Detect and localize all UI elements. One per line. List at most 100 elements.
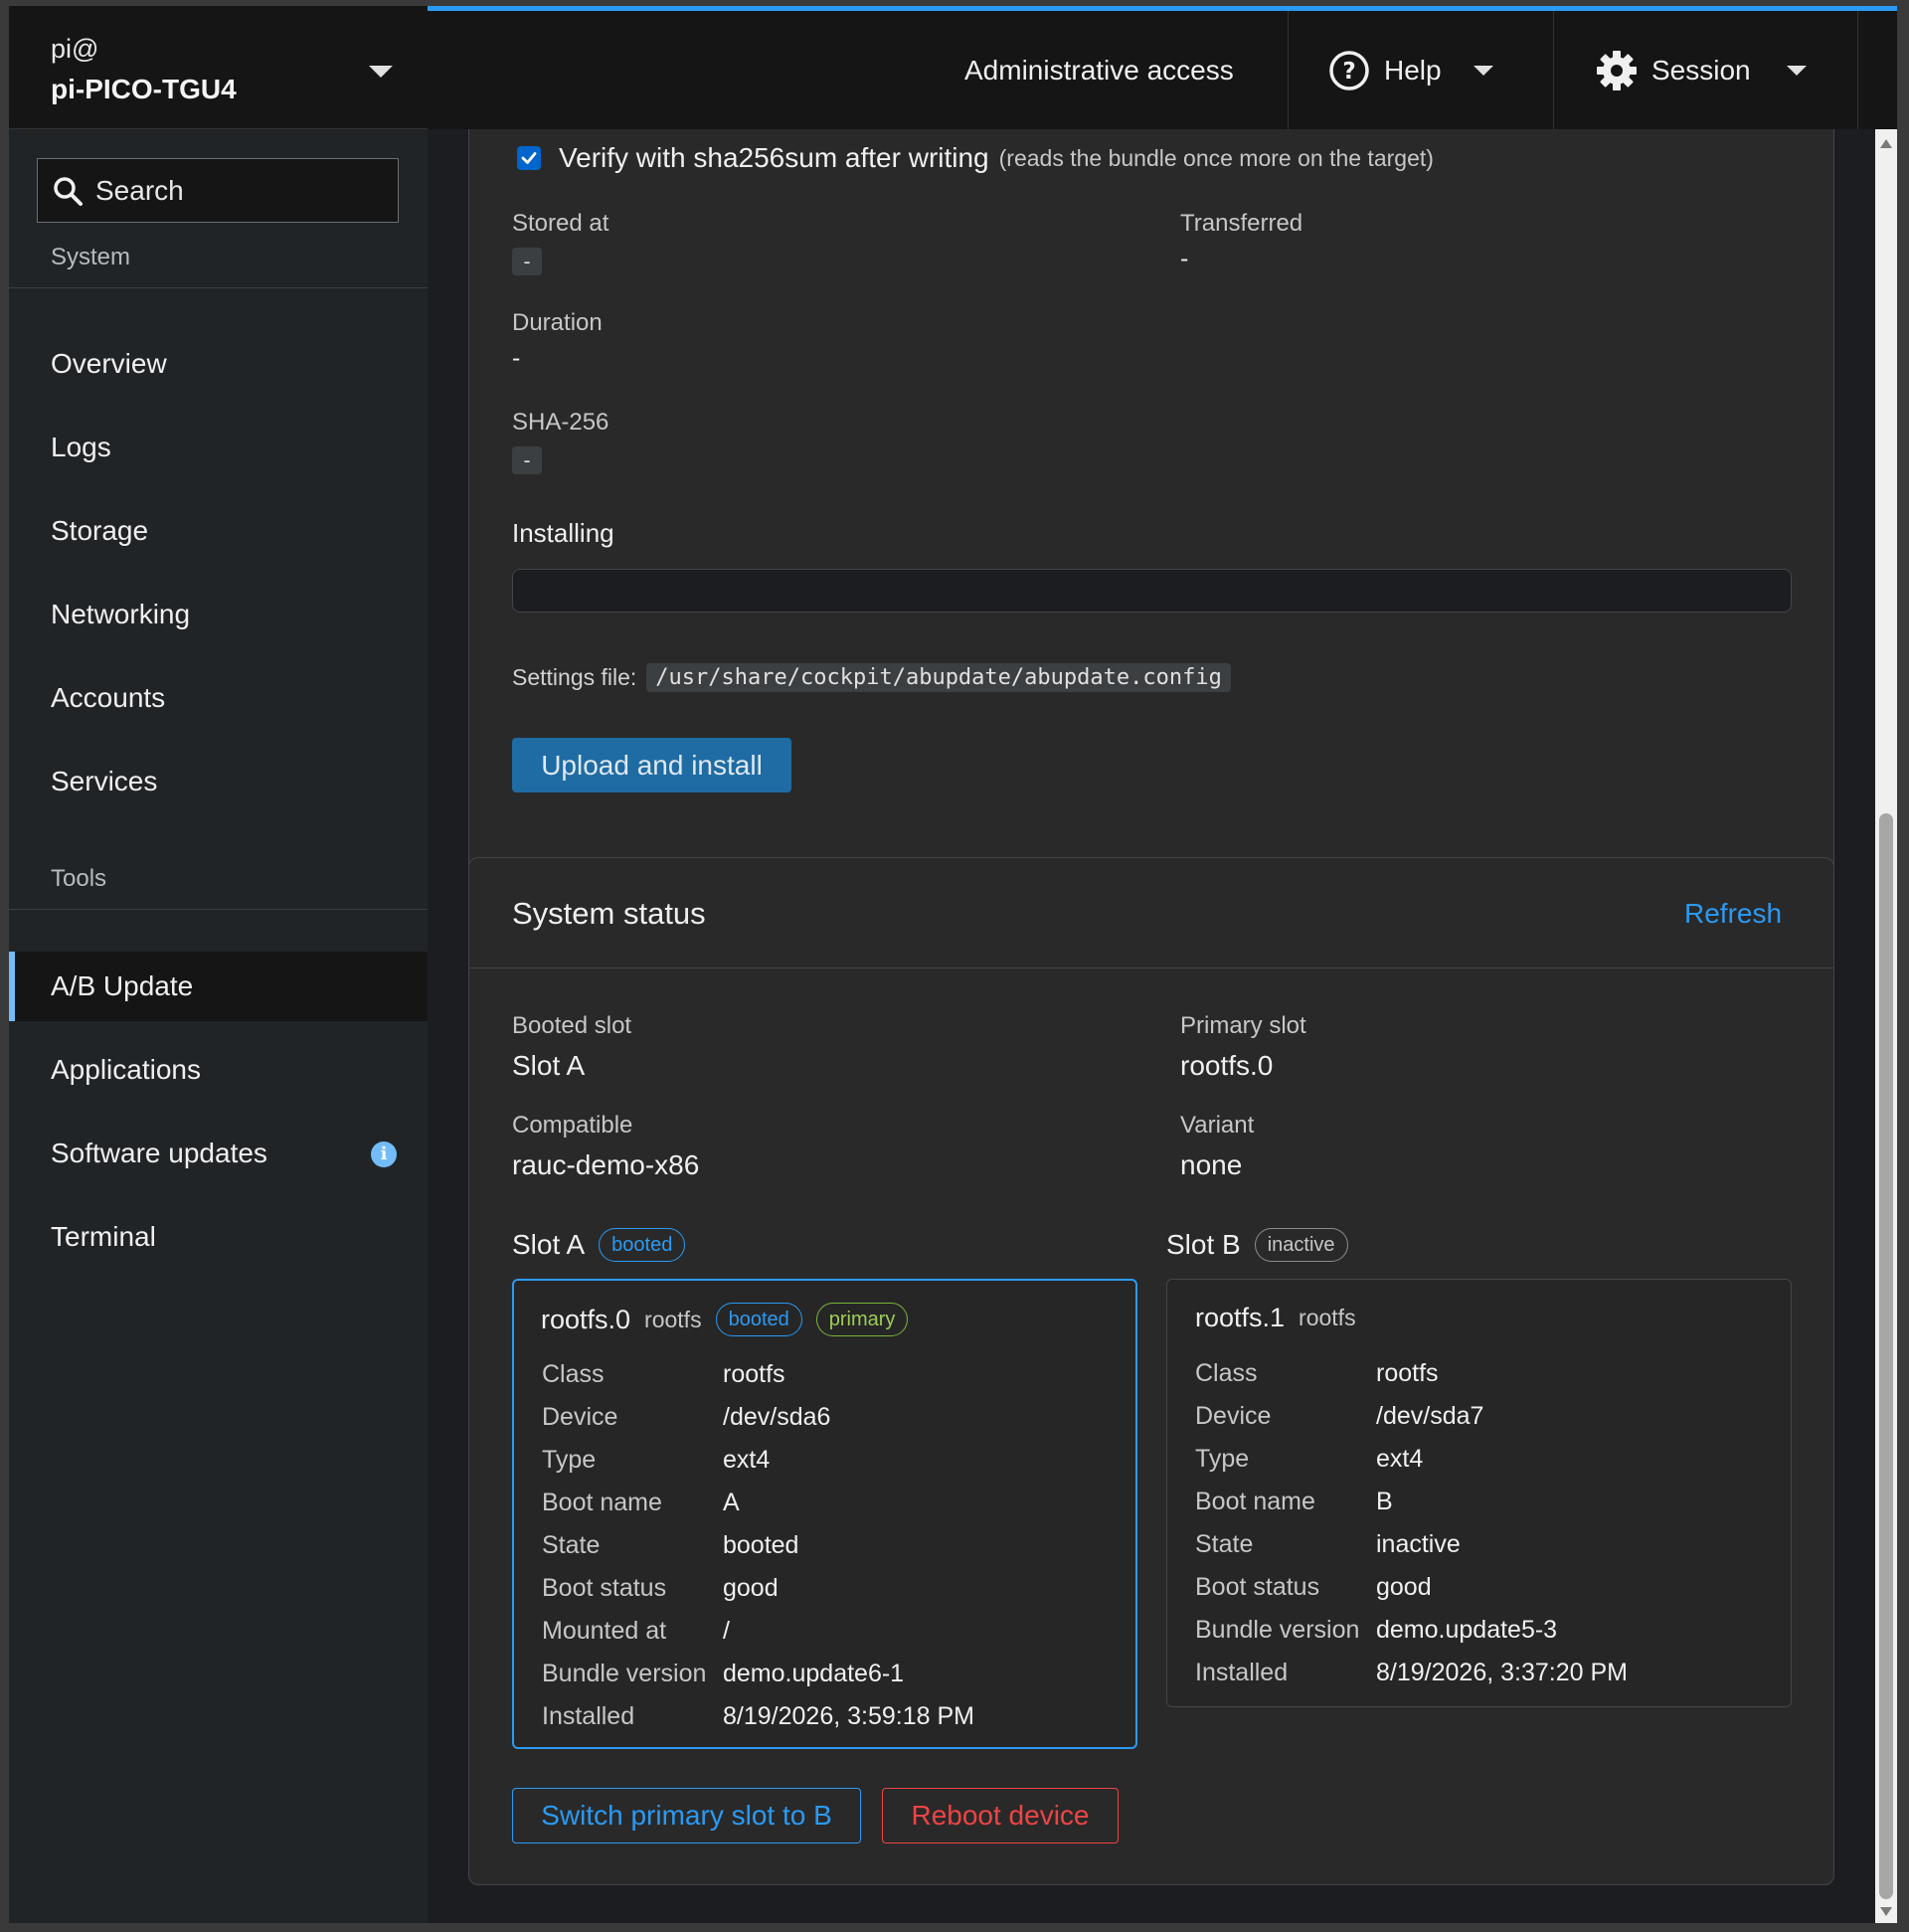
detail-key: Type — [542, 1446, 597, 1474]
stored-at-value-wrap: - — [512, 248, 543, 275]
slot-b-name: rootfs.1 — [1195, 1303, 1286, 1332]
slot-a-title: Slot A — [512, 1229, 586, 1260]
scrollbar-thumb[interactable] — [1879, 813, 1893, 1899]
detail-row: Boot status good — [1195, 1573, 1432, 1607]
search-input[interactable] — [95, 174, 374, 207]
detail-row: State inactive — [1195, 1530, 1461, 1564]
masthead-divider — [1857, 11, 1858, 129]
install-progress-bar — [512, 569, 1792, 613]
scroll-down-icon[interactable] — [1880, 1907, 1892, 1916]
detail-row: Installed 8/19/2026, 3:59:18 PM — [542, 1702, 974, 1736]
sidebar-item-logs[interactable]: Logs — [9, 413, 428, 482]
sidebar-item-ab-update[interactable]: A/B Update — [9, 952, 428, 1021]
detail-row: Boot name A — [542, 1489, 740, 1522]
switch-primary-slot-button[interactable]: Switch primary slot to B — [512, 1788, 861, 1844]
session-menu-button[interactable]: Session — [1596, 11, 1807, 129]
detail-key: Class — [542, 1360, 605, 1388]
sidebar-item-terminal[interactable]: Terminal — [9, 1202, 428, 1272]
detail-key: Device — [542, 1403, 618, 1431]
settings-file-label: Settings file: — [512, 664, 637, 690]
detail-row: Device/dev/sda6 — [542, 1403, 830, 1437]
sha-label: SHA-256 — [512, 409, 609, 436]
detail-value: good — [1376, 1573, 1432, 1601]
host-name: pi-PICO-TGU4 — [51, 74, 237, 104]
card-divider — [469, 967, 1833, 968]
detail-value: rootfs — [723, 1360, 785, 1388]
masthead-divider — [1288, 11, 1289, 129]
detail-value: demo.update6-1 — [723, 1660, 905, 1687]
duration-value: - — [512, 344, 521, 372]
refresh-link[interactable]: Refresh — [1684, 898, 1782, 930]
slot-b-card: rootfs.1 rootfs Class rootfs Device/dev/sd… — [1166, 1279, 1792, 1707]
variant-value: none — [1180, 1149, 1243, 1180]
sidebar: pi@ pi-PICO-TGU4 System Overview Logs St… — [9, 6, 428, 1926]
stored-at-label: Stored at — [512, 210, 609, 237]
host-switcher[interactable]: pi@ pi-PICO-TGU4 — [9, 6, 428, 129]
detail-row: Device/dev/sda7 — [1195, 1402, 1483, 1436]
detail-key: Installed — [1195, 1659, 1289, 1686]
gear-icon — [1597, 50, 1637, 90]
sidebar-item-accounts[interactable]: Accounts — [9, 663, 428, 733]
detail-key: Type — [1195, 1445, 1250, 1473]
detail-row: Boot name B — [1195, 1488, 1393, 1521]
help-menu-button[interactable]: ? Help — [1328, 11, 1493, 129]
upload-card: Verify with sha256sum after writing (rea… — [468, 129, 1834, 944]
sidebar-item-networking[interactable]: Networking — [9, 580, 428, 649]
slot-a-class-tag: rootfs — [644, 1306, 702, 1332]
sidebar-item-overview[interactable]: Overview — [9, 329, 428, 399]
search-box[interactable] — [37, 158, 399, 223]
sidebar-item-services[interactable]: Services — [9, 747, 428, 816]
stored-at-value: - — [512, 248, 543, 275]
host-user: pi@ — [51, 34, 99, 64]
detail-key: Bundle version — [542, 1660, 707, 1687]
detail-value: good — [723, 1574, 779, 1602]
sha-value: - — [512, 446, 543, 474]
detail-key: Boot name — [1195, 1488, 1315, 1515]
info-icon: i — [371, 1142, 397, 1167]
upload-install-button[interactable]: Upload and install — [512, 738, 791, 792]
help-icon: ? — [1329, 50, 1369, 90]
detail-key: State — [1195, 1530, 1254, 1558]
detail-value: /dev/sda6 — [723, 1403, 831, 1431]
transferred-label: Transferred — [1180, 210, 1303, 237]
chevron-down-icon[interactable] — [369, 66, 393, 78]
administrative-access-button[interactable]: Administrative access — [964, 11, 1234, 129]
verify-row: Verify with sha256sum after writing (rea… — [517, 142, 1434, 174]
detail-row: Installed 8/19/2026, 3:37:20 PM — [1195, 1659, 1628, 1692]
system-status-title: System status — [512, 896, 706, 931]
detail-value: /dev/sda7 — [1376, 1402, 1484, 1430]
slot-b-class-tag: rootfs — [1299, 1305, 1356, 1330]
detail-row: Boot status good — [542, 1574, 779, 1608]
detail-row: Bundle version demo.update6-1 — [542, 1660, 904, 1693]
slot-a-card: rootfs.0 rootfs booted primary Class root… — [512, 1279, 1137, 1749]
slot-b-title: Slot B — [1166, 1229, 1241, 1260]
variant-label: Variant — [1180, 1112, 1255, 1139]
system-status-card: System status Refresh Booted slot Slot A… — [468, 857, 1834, 1885]
sidebar-item-applications[interactable]: Applications — [9, 1035, 428, 1105]
verify-checkbox[interactable] — [517, 146, 541, 170]
detail-key: Boot status — [542, 1574, 667, 1602]
booted-slot-value: Slot A — [512, 1050, 586, 1081]
sidebar-item-storage[interactable]: Storage — [9, 496, 428, 566]
session-label: Session — [1651, 54, 1751, 86]
status-badge: primary — [815, 1303, 909, 1336]
detail-value: 8/19/2026, 3:59:18 PM — [723, 1702, 974, 1730]
sidebar-item-software-updates[interactable]: Software updates i — [9, 1119, 428, 1188]
section-tools: Tools — [9, 848, 428, 910]
duration-label: Duration — [512, 309, 603, 336]
sidebar-item-label: Software updates — [51, 1138, 267, 1168]
detail-key: Class — [1195, 1359, 1258, 1387]
svg-text:?: ? — [1342, 59, 1355, 85]
scrollbar[interactable] — [1875, 129, 1897, 1926]
masthead-divider — [1553, 11, 1554, 129]
scroll-up-icon[interactable] — [1880, 139, 1892, 148]
slot-b-header: rootfs.1 rootfs — [1195, 1303, 1356, 1333]
detail-value: / — [723, 1617, 730, 1645]
detail-row: Type ext4 — [542, 1446, 770, 1480]
settings-file-row: Settings file: /usr/share/cockpit/abupda… — [512, 663, 1231, 692]
detail-key: Boot name — [542, 1489, 662, 1516]
section-system: System — [9, 227, 428, 288]
reboot-device-button[interactable]: Reboot device — [882, 1788, 1119, 1844]
detail-value: booted — [723, 1531, 799, 1559]
detail-value: inactive — [1376, 1530, 1461, 1558]
